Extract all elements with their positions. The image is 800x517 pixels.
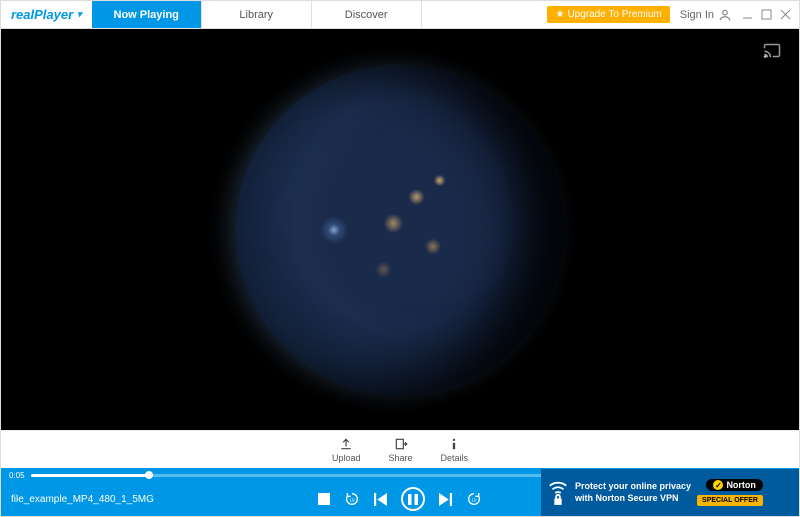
upload-button[interactable]: Upload [332, 437, 361, 463]
play-pause-button[interactable] [401, 487, 425, 511]
rewind-10-button[interactable]: 10 [344, 491, 360, 507]
previous-button[interactable] [374, 493, 387, 506]
top-bar: realPlayer ▾ Now Playing Library Discove… [1, 1, 799, 29]
minimize-icon[interactable] [742, 9, 753, 20]
upload-icon [339, 437, 353, 451]
video-content-earth [235, 65, 565, 395]
signin-button[interactable]: Sign In [680, 8, 732, 22]
svg-text:10: 10 [349, 498, 355, 503]
video-viewport[interactable] [1, 29, 799, 430]
cast-icon[interactable] [763, 43, 781, 58]
nav-tabs: Now Playing Library Discover [92, 1, 540, 28]
promo-badge-group: ✓ Norton SPECIAL OFFER [697, 479, 763, 506]
share-button[interactable]: Share [388, 437, 412, 463]
share-icon [394, 437, 408, 451]
transport-controls: 10 10 [318, 487, 482, 511]
current-time: 0:05 [9, 471, 25, 480]
norton-badge: ✓ Norton [706, 479, 763, 491]
tab-now-playing[interactable]: Now Playing [92, 1, 202, 28]
seek-fill [31, 474, 149, 477]
norton-promo[interactable]: Protect your online privacy with Norton … [541, 469, 799, 516]
user-icon [718, 8, 732, 22]
svg-text:10: 10 [471, 498, 477, 503]
check-icon: ✓ [713, 480, 723, 490]
promo-text: Protect your online privacy with Norton … [575, 481, 691, 504]
info-icon [447, 437, 461, 451]
tab-library[interactable]: Library [202, 1, 312, 28]
next-button[interactable] [439, 493, 452, 506]
details-button[interactable]: Details [441, 437, 469, 463]
close-icon[interactable] [780, 9, 791, 20]
upgrade-button[interactable]: ★ Upgrade To Premium [547, 6, 669, 23]
top-right-controls: ★ Upgrade To Premium Sign In [539, 1, 799, 28]
chevron-down-icon: ▾ [77, 9, 82, 20]
filename-label: file_example_MP4_480_1_5MG [11, 494, 154, 505]
tab-discover[interactable]: Discover [312, 1, 422, 28]
special-offer-badge: SPECIAL OFFER [697, 495, 763, 506]
star-icon: ★ [555, 9, 564, 20]
action-row: Upload Share Details [1, 430, 799, 468]
pause-icon [408, 494, 418, 505]
seek-thumb[interactable] [145, 471, 153, 479]
wifi-lock-icon [547, 478, 569, 508]
maximize-icon[interactable] [761, 9, 772, 20]
stop-button[interactable] [318, 493, 330, 505]
app-logo[interactable]: realPlayer ▾ [1, 1, 92, 28]
window-controls [742, 9, 791, 20]
logo-text: realPlayer [11, 7, 73, 22]
forward-10-button[interactable]: 10 [466, 491, 482, 507]
